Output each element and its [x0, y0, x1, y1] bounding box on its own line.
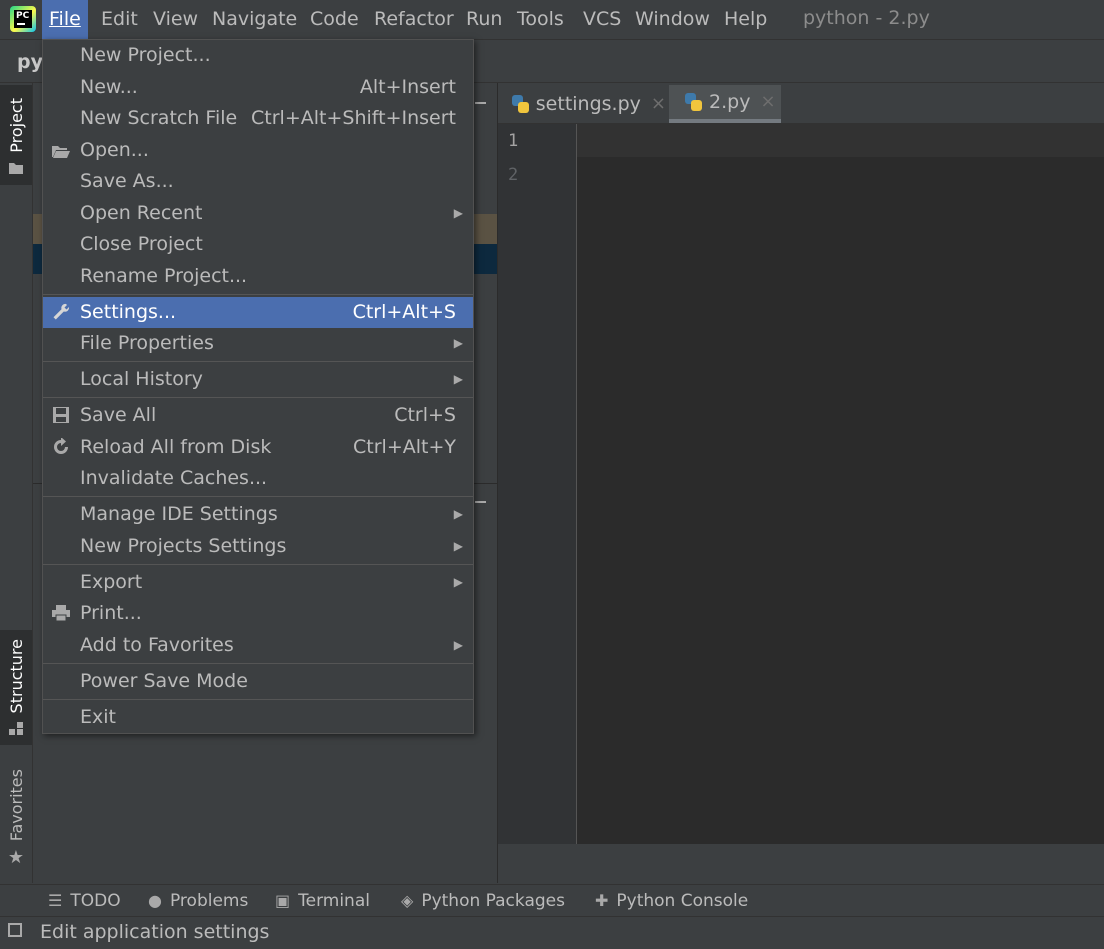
structure-icon [9, 722, 23, 735]
hide-panel-icon[interactable] [475, 102, 486, 104]
submenu-arrow-icon: ▶ [453, 539, 463, 553]
hide-panel-icon[interactable] [475, 501, 486, 503]
tool-tab-terminal[interactable]: ▣ Terminal [275, 884, 370, 918]
menu-item-close-project[interactable]: Close Project [43, 229, 473, 260]
close-tab-icon[interactable]: × [651, 85, 666, 123]
tool-tab-structure-label: Structure [6, 638, 26, 713]
current-line-highlight [577, 124, 1104, 157]
menu-navigate[interactable]: Navigate [205, 0, 304, 39]
menu-separator [43, 397, 473, 398]
tool-tab-python-packages[interactable]: ◈ Python Packages [401, 884, 565, 918]
star-icon: ★ [7, 847, 25, 868]
editor-tab-label: settings.py [535, 93, 641, 115]
code-editor[interactable] [577, 124, 1104, 844]
menu-separator [43, 564, 473, 565]
menu-file[interactable]: File [42, 0, 88, 39]
reload-icon [50, 432, 72, 467]
problems-icon: ● [148, 891, 162, 910]
printer-icon [50, 598, 72, 633]
terminal-icon: ▣ [275, 891, 291, 910]
window-title: python - 2.py [803, 7, 930, 29]
menu-item-open[interactable]: Open... [43, 135, 473, 166]
line-number: 1 [508, 131, 519, 151]
editor-tab-2-py[interactable]: 2.py × [669, 85, 781, 123]
menu-separator [43, 294, 473, 295]
menu-separator [43, 699, 473, 700]
project-breadcrumb[interactable]: py [17, 51, 43, 73]
menu-item-new[interactable]: New... Alt+Insert [43, 72, 473, 103]
menu-run[interactable]: Run [459, 0, 509, 39]
menu-item-manage-ide-settings[interactable]: Manage IDE Settings ▶ [43, 499, 473, 530]
editor-gutter [498, 124, 577, 844]
menu-separator [43, 361, 473, 362]
menu-item-new-projects-settings[interactable]: New Projects Settings ▶ [43, 531, 473, 562]
menu-separator [43, 663, 473, 664]
menu-item-settings[interactable]: Settings... Ctrl+Alt+S [43, 297, 473, 328]
tool-tab-todo[interactable]: ☰ TODO [48, 884, 121, 918]
submenu-arrow-icon: ▶ [453, 507, 463, 521]
menu-window[interactable]: Window [628, 0, 717, 39]
menu-tools[interactable]: Tools [510, 0, 571, 39]
menu-help[interactable]: Help [717, 0, 774, 39]
submenu-arrow-icon: ▶ [453, 336, 463, 350]
submenu-arrow-icon: ▶ [453, 206, 463, 220]
menu-item-power-save-mode[interactable]: Power Save Mode [43, 666, 473, 697]
pycharm-logo-icon: PC [10, 6, 36, 32]
status-message: Edit application settings [40, 921, 270, 943]
menu-item-exit[interactable]: Exit [43, 702, 473, 733]
menu-edit[interactable]: Edit [94, 0, 145, 39]
line-number: 2 [508, 165, 519, 185]
tool-tab-favorites-label: Favorites [6, 768, 26, 841]
menu-item-file-properties[interactable]: File Properties ▶ [43, 328, 473, 359]
menu-item-invalidate-caches[interactable]: Invalidate Caches... [43, 463, 473, 494]
menu-item-export[interactable]: Export ▶ [43, 567, 473, 598]
menu-item-local-history[interactable]: Local History ▶ [43, 364, 473, 395]
tool-tab-structure[interactable]: Structure [0, 630, 32, 745]
menu-code[interactable]: Code [303, 0, 366, 39]
menu-item-reload-all[interactable]: Reload All from Disk Ctrl+Alt+Y [43, 432, 473, 463]
menu-item-new-scratch-file[interactable]: New Scratch File Ctrl+Alt+Shift+Insert [43, 103, 473, 134]
editor-tab-settings-py[interactable]: settings.py × [510, 85, 666, 123]
menu-separator [43, 496, 473, 497]
tool-tab-problems[interactable]: ● Problems [148, 884, 248, 918]
python-console-icon: ✚ [595, 891, 609, 910]
menu-item-open-recent[interactable]: Open Recent ▶ [43, 198, 473, 229]
tool-tab-project[interactable]: Project [0, 85, 32, 185]
submenu-arrow-icon: ▶ [453, 638, 463, 652]
menu-item-add-to-favorites[interactable]: Add to Favorites ▶ [43, 630, 473, 661]
submenu-arrow-icon: ▶ [453, 575, 463, 589]
menu-vcs[interactable]: VCS [576, 0, 628, 39]
menu-view[interactable]: View [146, 0, 205, 39]
tool-tab-favorites[interactable]: Favorites ★ [0, 760, 32, 872]
menu-item-print[interactable]: Print... [43, 598, 473, 629]
python-file-icon [683, 92, 703, 112]
folder-icon [9, 163, 23, 174]
list-icon: ☰ [48, 891, 63, 910]
close-tab-icon[interactable]: × [760, 83, 775, 121]
packages-icon: ◈ [401, 891, 414, 910]
toggle-tool-windows-icon[interactable] [8, 923, 22, 937]
menu-refactor[interactable]: Refactor [367, 0, 461, 39]
submenu-arrow-icon: ▶ [453, 372, 463, 386]
open-folder-icon [50, 135, 72, 170]
menu-item-new-project[interactable]: New Project... [43, 40, 473, 71]
python-file-icon [510, 94, 530, 114]
tool-tab-python-console[interactable]: ✚ Python Console [595, 884, 748, 918]
editor-tab-label: 2.py [709, 91, 751, 113]
tool-tab-project-label: Project [6, 98, 26, 153]
menu-item-rename-project[interactable]: Rename Project... [43, 261, 473, 292]
editor-bottom-area [498, 845, 1104, 883]
menu-item-save-as[interactable]: Save As... [43, 166, 473, 197]
save-icon [50, 400, 72, 435]
logo-text: PC [16, 11, 30, 21]
menu-item-save-all[interactable]: Save All Ctrl+S [43, 400, 473, 431]
